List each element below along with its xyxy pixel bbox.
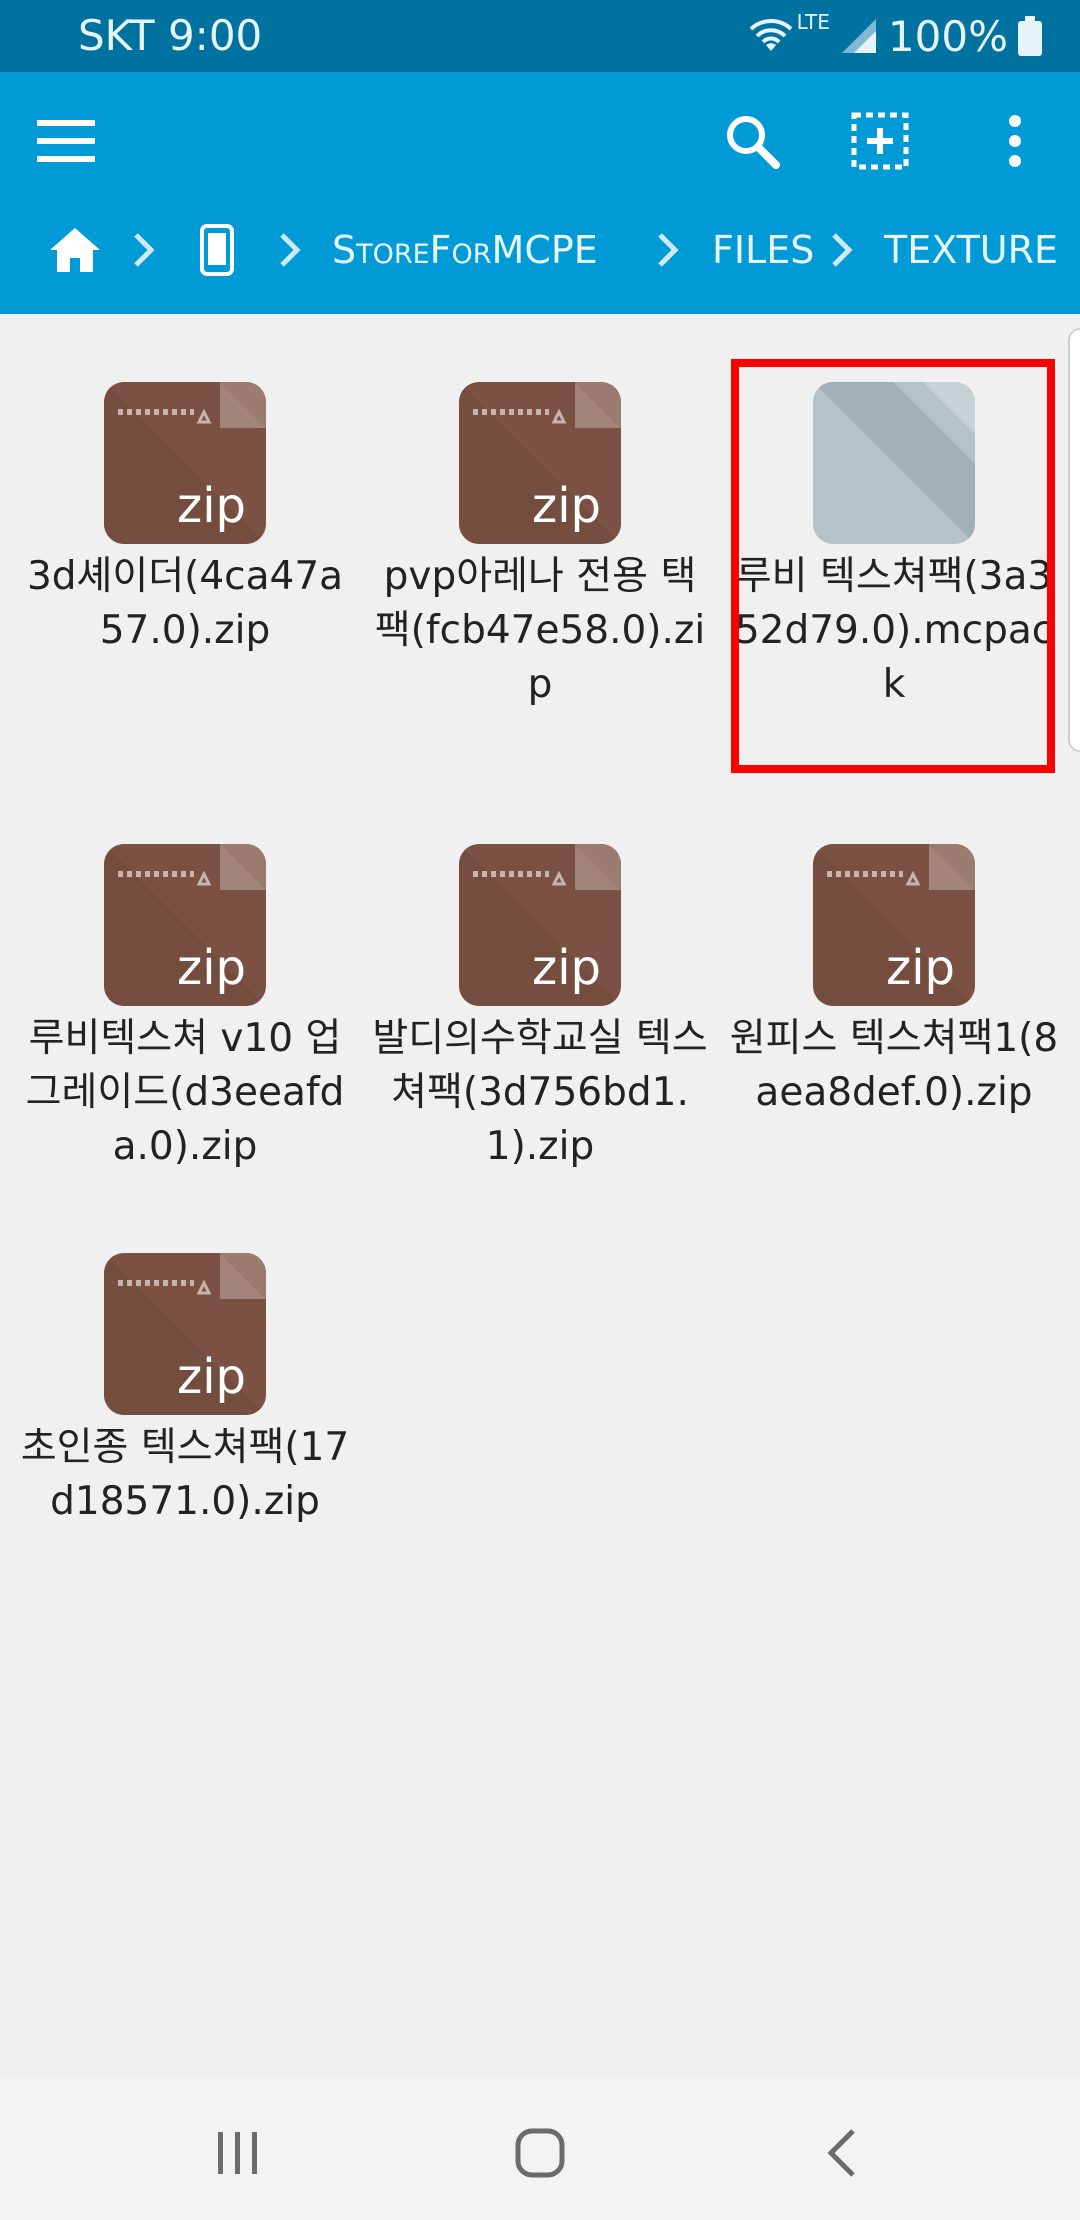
status-icons: LTE 100% (749, 10, 1042, 62)
menu-button[interactable] (30, 96, 102, 186)
select-add-button[interactable] (840, 96, 920, 186)
breadcrumb-home[interactable] (42, 186, 108, 314)
file-item[interactable]: zip pvp아레나 전용 택팩(fcb47e58.0).zip (370, 314, 710, 774)
battery-icon (1018, 16, 1042, 56)
file-name: 3d셰이더(4ca47a57.0).zip (26, 554, 344, 653)
zip-file-icon: zip (104, 382, 266, 544)
file-name: 루비텍스쳐 v10 업그레이드(d3eeafda.0).zip (25, 1016, 345, 1169)
zip-file-icon: zip (459, 844, 621, 1006)
file-item[interactable]: zip 3d셰이더(4ca47a57.0).zip (15, 314, 355, 774)
signal-icon (841, 19, 876, 53)
breadcrumb-files[interactable]: FILES (712, 186, 814, 314)
back-icon (827, 2129, 855, 2177)
home-button-icon (515, 2128, 565, 2178)
back-button[interactable] (802, 2108, 882, 2198)
file-item[interactable]: zip 초인종 텍스쳐팩(17d18571.0).zip (15, 1185, 355, 1565)
chevron-right-icon (656, 186, 680, 314)
recent-apps-icon (218, 2132, 257, 2174)
home-button[interactable] (500, 2108, 580, 2198)
breadcrumb: StoreForMCPE FILES TEXTURE (0, 186, 1080, 314)
zip-file-icon: zip (104, 844, 266, 1006)
battery-percent: 100% (887, 11, 1008, 61)
zip-file-icon: zip (104, 1253, 266, 1415)
network-type: LTE (796, 10, 830, 34)
chevron-right-icon (830, 186, 854, 314)
file-name: pvp아레나 전용 택팩(fcb47e58.0).zip (374, 554, 706, 707)
file-item[interactable]: zip 루비텍스쳐 v10 업그레이드(d3eeafda.0).zip (15, 776, 355, 1169)
home-icon (50, 228, 100, 272)
breadcrumb-texture[interactable]: TEXTURE (884, 186, 1058, 314)
carrier-time: SKT 9:00 (78, 11, 263, 60)
more-options-button[interactable] (985, 96, 1045, 186)
recent-apps-button[interactable] (198, 2108, 278, 2198)
search-icon (727, 116, 780, 169)
zip-file-icon: zip (459, 382, 621, 544)
menu-icon (37, 120, 95, 162)
file-name: 초인종 텍스쳐팩(17d18571.0).zip (20, 1425, 350, 1524)
wifi-icon (749, 19, 793, 51)
chevron-right-icon (132, 186, 156, 314)
search-button[interactable] (712, 96, 792, 186)
chevron-right-icon (278, 186, 302, 314)
selection-highlight (731, 359, 1055, 773)
status-bar: SKT 9:00 LTE 100% (0, 0, 1080, 72)
add-select-icon (851, 112, 909, 170)
breadcrumb-storeformcpe[interactable]: StoreForMCPE (332, 186, 598, 314)
file-name: 원피스 텍스쳐팩1(8aea8def.0).zip (729, 1016, 1059, 1115)
file-name: 발디의수학교실 텍스쳐팩(3d756bd1.1).zip (372, 1016, 708, 1169)
file-item[interactable]: zip 원피스 텍스쳐팩1(8aea8def.0).zip (724, 776, 1064, 1156)
file-item[interactable]: zip 발디의수학교실 텍스쳐팩(3d756bd1.1).zip (370, 776, 710, 1169)
breadcrumb-device[interactable] (192, 186, 242, 314)
zip-file-icon: zip (813, 844, 975, 1006)
navigation-bar (0, 2078, 1080, 2220)
phone-icon (200, 224, 234, 276)
more-vert-icon (1009, 115, 1021, 167)
side-panel-handle[interactable] (1068, 328, 1080, 752)
